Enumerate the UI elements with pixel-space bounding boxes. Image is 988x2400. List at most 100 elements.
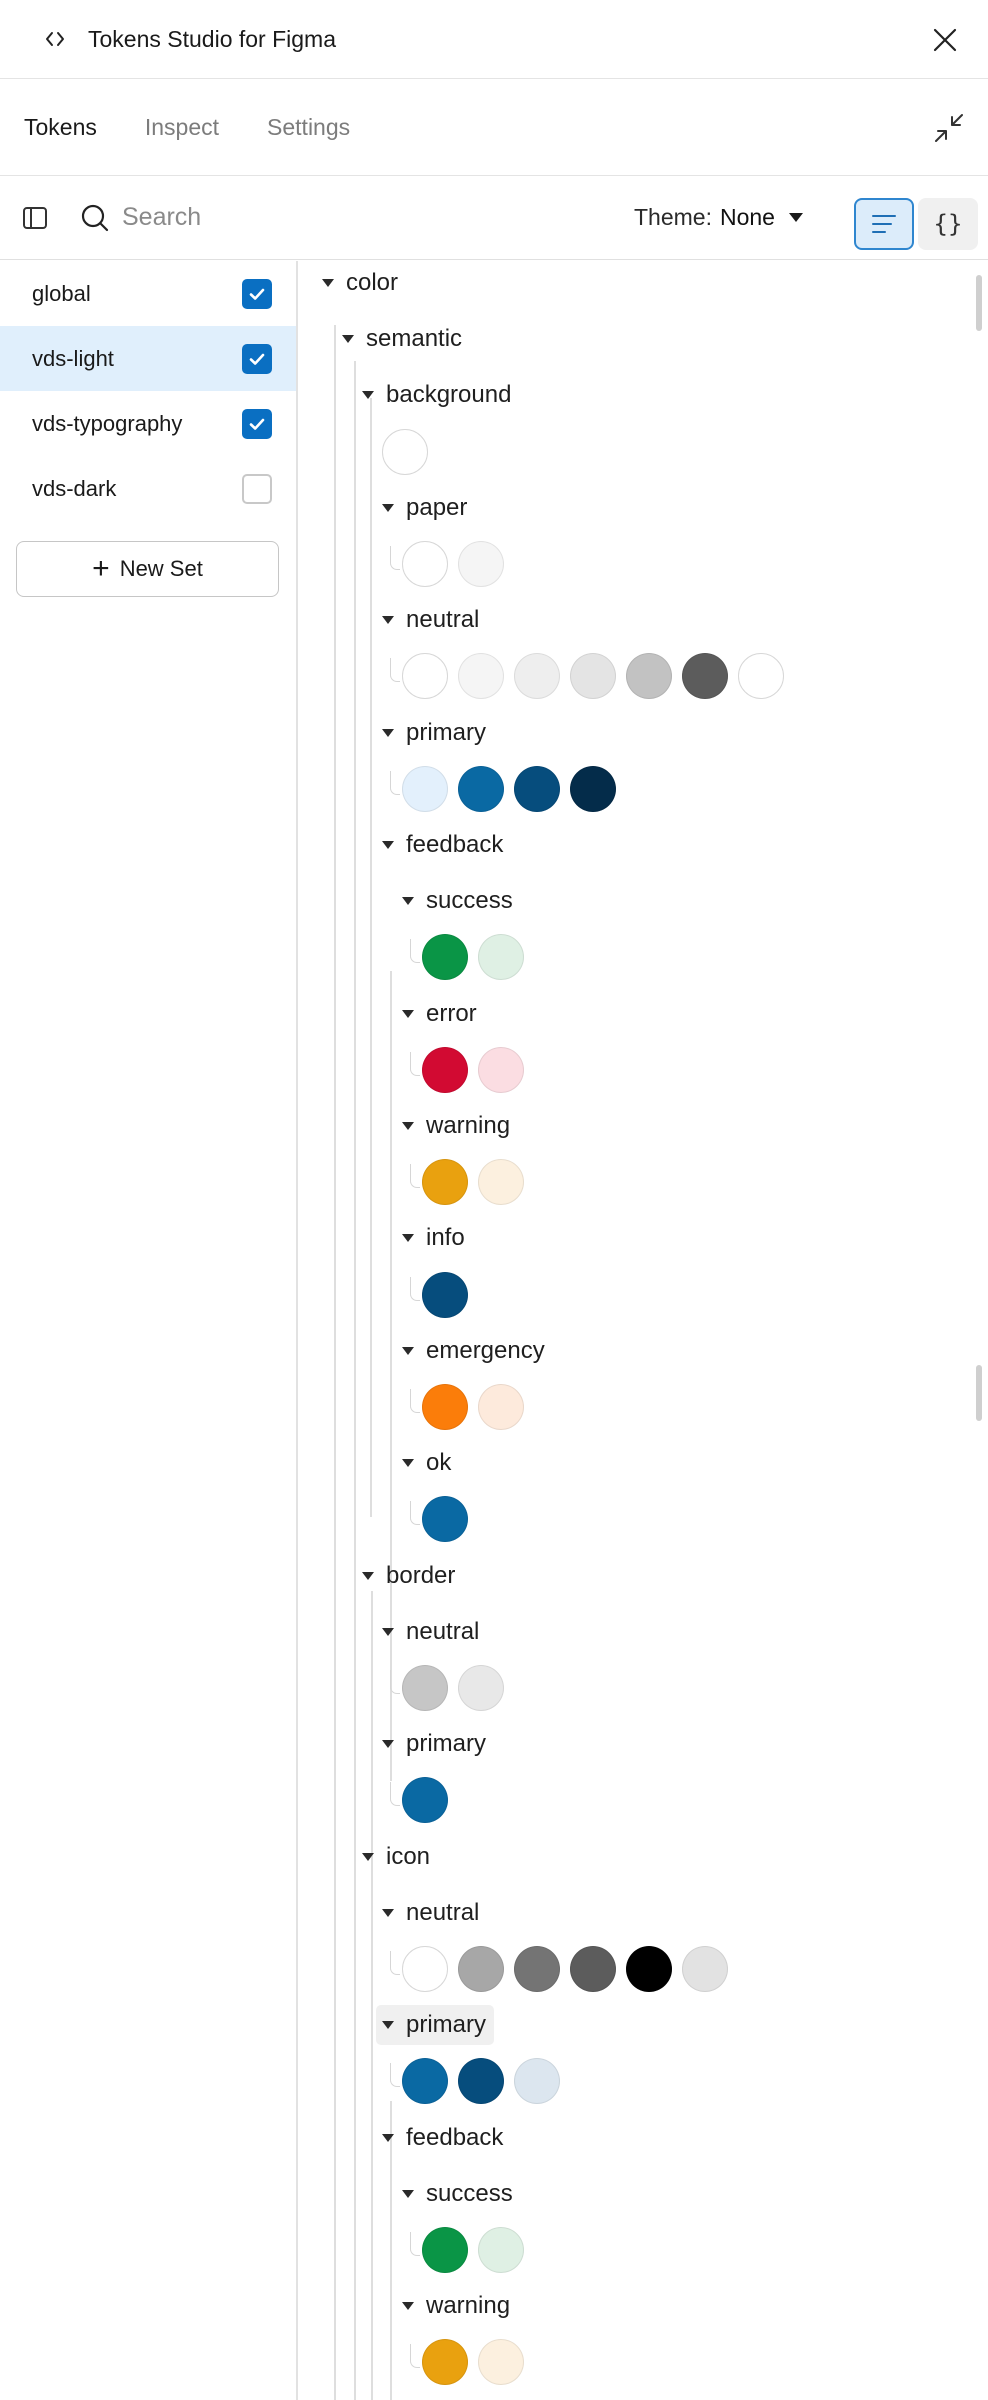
color-token-swatch[interactable] [402,653,448,700]
tree-group-neutral[interactable]: neutral [382,1893,479,1933]
color-token-swatch[interactable] [458,653,504,700]
tree-group-success[interactable]: success [402,2174,513,2214]
token-set-checkbox[interactable] [242,278,272,309]
new-set-label: New Set [119,556,203,581]
color-token-swatch[interactable] [458,1946,504,1992]
tree-group-label: icon [386,1842,431,1870]
color-token-swatch[interactable] [514,765,560,812]
tree-group-feedback[interactable]: feedback [382,2118,503,2158]
caret-down-icon [382,1627,394,1636]
tree-group-background[interactable]: background [362,375,511,415]
tree-group-neutral[interactable]: neutral [382,600,479,640]
tree-group-label: primary [406,718,487,746]
token-set-vds-light[interactable]: vds-light [0,326,296,391]
scrollbar-thumb[interactable] [976,275,982,331]
caret-down-icon [382,2021,394,2030]
token-set-vds-typography[interactable]: vds-typography [0,391,296,456]
new-set-button[interactable]: + New Set [16,541,279,597]
tree-group-paper[interactable]: paper [382,488,467,528]
caret-down-icon [402,1122,414,1130]
tab-tokens[interactable]: Tokens [24,114,97,141]
color-token-swatch[interactable] [402,2058,448,2105]
tree-group-feedback[interactable]: feedback [382,825,503,865]
plugin-code-icon [44,28,66,50]
tree-group-warning[interactable]: warning [402,1106,510,1146]
sidebar-toggle-icon[interactable] [22,205,48,231]
color-token-swatch[interactable] [738,653,784,700]
color-token-swatch[interactable] [514,1946,560,1992]
color-token-swatch[interactable] [626,653,672,700]
tree-group-label: success [426,887,513,915]
color-token-swatch[interactable] [458,541,504,587]
tree-group-ok[interactable]: ok [402,1443,451,1483]
color-token-swatch[interactable] [402,1777,448,1824]
search-input[interactable] [120,202,420,233]
color-token-swatch[interactable] [402,1946,448,1992]
color-token-swatch[interactable] [478,1046,524,1093]
color-token-swatch[interactable] [422,1496,468,1543]
color-token-swatch[interactable] [458,1665,504,1711]
caret-down-icon [402,897,414,906]
tab-inspect[interactable]: Inspect [145,114,219,141]
tree-group-primary[interactable]: primary [382,713,486,753]
color-token-swatch[interactable] [422,1159,468,1206]
color-token-swatch[interactable] [478,2339,524,2386]
color-token-swatch[interactable] [514,2058,560,2105]
color-token-swatch[interactable] [422,1384,468,1430]
color-token-swatch[interactable] [682,1946,728,1992]
color-token-swatch[interactable] [422,1271,468,1318]
tree-group-emergency[interactable]: emergency [402,1331,545,1371]
tree-group-label: info [426,1224,465,1252]
list-view-button[interactable] [854,198,914,250]
tree-group-primary[interactable]: primary [382,1724,486,1764]
color-token-swatch[interactable] [402,1665,448,1711]
color-token-swatch[interactable] [682,653,728,700]
token-set-checkbox[interactable] [242,343,272,374]
tree-group-border[interactable]: border [362,1556,455,1596]
token-set-vds-dark[interactable]: vds-dark [0,456,296,521]
tree-group-warning[interactable]: warning [402,2286,510,2326]
color-token-swatch[interactable] [570,1946,616,1992]
caret-down-icon [382,1740,394,1749]
color-token-swatch[interactable] [458,2058,504,2105]
token-set-name: global [32,280,91,306]
tree-group-icon[interactable]: icon [362,1837,430,1877]
list-view-icon [872,215,896,233]
tree-group-success[interactable]: success [402,881,513,921]
color-token-swatch[interactable] [382,428,428,475]
tree-group-semantic[interactable]: semantic [342,319,462,359]
tree-group-primary[interactable]: primary [376,2005,495,2046]
tree-group-label: color [346,269,399,296]
tree-group-error[interactable]: error [402,994,477,1034]
color-token-swatch[interactable] [422,934,468,981]
tree-connector [390,658,400,683]
tree-group-label: neutral [406,606,480,634]
color-token-swatch[interactable] [422,2339,468,2386]
collapse-icon[interactable] [932,111,966,145]
color-token-swatch[interactable] [570,765,616,812]
color-token-swatch[interactable] [478,1384,524,1430]
tree-group-label: emergency [426,1336,545,1364]
tab-settings[interactable]: Settings [267,114,350,141]
color-token-swatch[interactable] [478,934,524,981]
color-token-swatch[interactable] [458,765,504,812]
token-set-checkbox[interactable] [242,473,272,504]
token-set-global[interactable]: global [0,261,296,326]
color-token-swatch[interactable] [514,653,560,700]
color-token-swatch[interactable] [478,2227,524,2273]
color-token-swatch[interactable] [422,1046,468,1093]
json-view-button[interactable]: {} [918,198,978,250]
tree-group-info[interactable]: info [402,1218,465,1258]
theme-selector[interactable]: Theme: None [634,204,803,231]
color-token-swatch[interactable] [626,1946,672,1992]
tree-group-color[interactable]: color [322,263,398,303]
color-token-swatch[interactable] [402,541,448,587]
color-token-swatch[interactable] [402,765,448,812]
caret-down-icon [402,2302,414,2311]
token-set-checkbox[interactable] [242,408,272,439]
tree-group-neutral[interactable]: neutral [382,1612,479,1652]
close-icon[interactable] [930,25,960,55]
color-token-swatch[interactable] [422,2227,468,2273]
color-token-swatch[interactable] [478,1159,524,1206]
color-token-swatch[interactable] [570,653,616,700]
